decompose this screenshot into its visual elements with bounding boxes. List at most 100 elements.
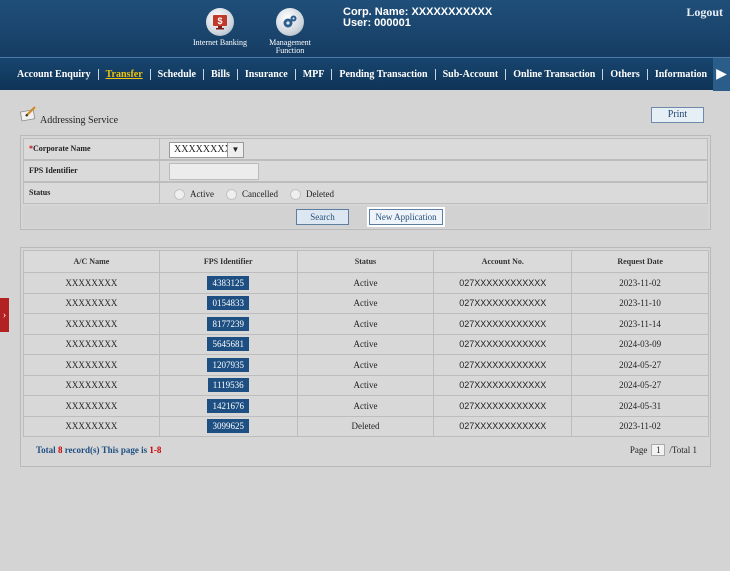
status-row: Status Active Cancelled Deleted — [23, 182, 708, 204]
logout-link[interactable]: Logout — [686, 5, 723, 20]
cell-request-date-text: 2024-03-09 — [619, 339, 662, 350]
cell-ac-name-text: XXXXXXXX — [65, 298, 118, 309]
cell-request-date-text: 2023-11-10 — [619, 298, 661, 309]
fps-identifier-row: FPS Identifier — [23, 160, 708, 182]
menu-item-account-enquiry[interactable]: Account Enquiry — [10, 69, 99, 80]
new-application-button[interactable]: New Application — [369, 209, 443, 225]
side-panel-toggle[interactable]: › — [0, 298, 9, 332]
chevron-right-icon[interactable]: ▶ — [713, 58, 730, 91]
menu-item-bills[interactable]: Bills — [204, 69, 238, 80]
print-button[interactable]: Print — [651, 107, 704, 123]
column-header-fps-identifier: FPS Identifier — [158, 250, 298, 273]
column-header-request-date: Request Date — [571, 250, 709, 273]
status-label: Status — [24, 183, 160, 203]
cell-status: Active — [296, 313, 435, 335]
main-menu: Account Enquiry Transfer Schedule Bills Insu… — [0, 57, 730, 91]
table-header-row: A/C Name FPS Identifier Status Account N… — [23, 250, 709, 273]
cell-ac-name: XXXXXXXX — [23, 333, 160, 355]
status-radio-group: Active Cancelled Deleted — [174, 185, 346, 203]
table-row: XXXXXXXX 1421676 Active 027XXXXXXXXXXXX 2024… — [23, 395, 709, 417]
cell-status-text: Active — [353, 339, 378, 350]
cell-ac-name-text: XXXXXXXX — [65, 318, 118, 329]
chevron-down-icon[interactable]: ▼ — [227, 143, 243, 157]
table-row: XXXXXXXX 8177239 Active 027XXXXXXXXXXXX 2023… — [23, 313, 709, 335]
fps-identifier-link[interactable]: 3099625 — [207, 419, 249, 434]
corporate-name-value: XXXXXXXX — [174, 144, 232, 155]
cell-ac-name: XXXXXXXX — [23, 292, 160, 314]
fps-identifier-link[interactable]: 5645681 — [207, 337, 249, 352]
column-header-status: Status — [296, 250, 435, 273]
page-number-input[interactable]: 1 — [651, 444, 666, 456]
fps-identifier-link[interactable]: 4383125 — [207, 275, 249, 290]
cell-status-text: Deleted — [351, 421, 380, 432]
radio-circle-icon — [289, 188, 301, 200]
menu-item-sub-account[interactable]: Sub-Account — [436, 69, 507, 80]
page-label: Page — [629, 445, 648, 455]
cell-status: Deleted — [296, 415, 435, 437]
cell-request-date: 2024-05-27 — [571, 354, 709, 376]
fps-identifier-link[interactable]: 1207935 — [207, 357, 249, 372]
fps-identifier-link[interactable]: 0154833 — [207, 296, 249, 311]
fps-identifier-input[interactable] — [169, 163, 259, 180]
gears-icon — [276, 8, 304, 36]
menu-item-pending-transaction[interactable]: Pending Transaction — [332, 69, 436, 80]
cell-fps-identifier: 1207935 — [158, 354, 298, 376]
cell-fps-identifier: 1421676 — [158, 395, 298, 417]
search-button[interactable]: Search — [296, 209, 349, 225]
menu-item-information[interactable]: Information — [648, 69, 716, 80]
total-mid: record(s) This page is — [62, 445, 150, 455]
cell-account-no-text: 027XXXXXXXXXXXX — [459, 277, 547, 288]
cell-request-date-text: 2024-05-27 — [619, 380, 662, 391]
corporate-name-select[interactable]: XXXXXXXX ▼ — [169, 142, 244, 158]
cell-account-no-text: 027XXXXXXXXXXXX — [459, 400, 547, 411]
cell-ac-name-text: XXXXXXXX — [65, 339, 118, 350]
fps-identifier-link[interactable]: 1421676 — [207, 398, 249, 413]
cell-request-date-text: 2023-11-14 — [619, 318, 661, 329]
menu-item-others[interactable]: Others — [603, 69, 648, 80]
menu-item-online-transaction[interactable]: Online Transaction — [506, 69, 604, 80]
table-row: XXXXXXXX 5645681 Active 027XXXXXXXXXXXX 2024… — [23, 333, 709, 355]
cell-status: Active — [296, 333, 435, 355]
menu-item-insurance[interactable]: Insurance — [238, 69, 296, 80]
cell-account-no: 027XXXXXXXXXXXX — [433, 354, 573, 376]
pager: Page 1 /Total 1 — [630, 444, 697, 456]
cell-ac-name: XXXXXXXX — [23, 354, 160, 376]
status-radio-active[interactable]: Active — [174, 188, 214, 200]
dollar-monitor-icon: $ — [206, 8, 234, 36]
status-option-label: Active — [190, 189, 214, 199]
status-radio-cancelled[interactable]: Cancelled — [226, 188, 278, 200]
user-id: User: 000001 — [343, 17, 411, 29]
internet-banking-button[interactable]: $ Internet Banking — [190, 8, 250, 47]
management-function-button[interactable]: Management Function — [262, 8, 318, 55]
cell-account-no-text: 027XXXXXXXXXXXX — [459, 318, 547, 329]
cell-fps-identifier: 1119536 — [158, 374, 298, 396]
radio-circle-icon — [174, 188, 185, 200]
menu-item-transfer[interactable]: Transfer — [99, 69, 151, 80]
cell-account-no: 027XXXXXXXXXXXX — [433, 292, 573, 314]
cell-account-no-text: 027XXXXXXXXXXXX — [459, 421, 547, 432]
form-button-bar: Search New Application — [23, 206, 708, 228]
cell-request-date: 2023-11-02 — [571, 415, 709, 437]
cell-account-no: 027XXXXXXXXXXXX — [433, 313, 573, 335]
page-range: 1-8 — [149, 445, 162, 455]
fps-identifier-link[interactable]: 8177239 — [207, 316, 249, 331]
cell-request-date-text: 2023-11-02 — [619, 421, 661, 432]
cell-request-date: 2024-05-31 — [571, 395, 709, 417]
column-header-ac-name: A/C Name — [23, 250, 160, 273]
record-summary: Total 8 record(s) This page is 1-8 — [36, 445, 161, 455]
table-row: XXXXXXXX 0154833 Active 027XXXXXXXXXXXX 2023… — [23, 292, 709, 314]
cell-account-no: 027XXXXXXXXXXXX — [433, 333, 573, 355]
corporate-name-row: *Corporate Name XXXXXXXX ▼ — [23, 138, 708, 160]
cell-ac-name-text: XXXXXXXX — [65, 421, 118, 432]
svg-text:$: $ — [217, 16, 222, 26]
menu-item-schedule[interactable]: Schedule — [151, 69, 204, 80]
cell-account-no-text: 027XXXXXXXXXXXX — [459, 298, 547, 309]
cell-ac-name: XXXXXXXX — [23, 374, 160, 396]
cell-account-no-text: 027XXXXXXXXXXXX — [459, 339, 547, 350]
cell-ac-name: XXXXXXXX — [23, 272, 160, 294]
cell-status-text: Active — [353, 380, 378, 391]
fps-identifier-link[interactable]: 1119536 — [207, 378, 249, 393]
table-row: XXXXXXXX 4383125 Active 027XXXXXXXXXXXX 2023… — [23, 272, 709, 294]
status-radio-deleted[interactable]: Deleted — [289, 188, 334, 200]
menu-item-mpf[interactable]: MPF — [296, 69, 333, 80]
